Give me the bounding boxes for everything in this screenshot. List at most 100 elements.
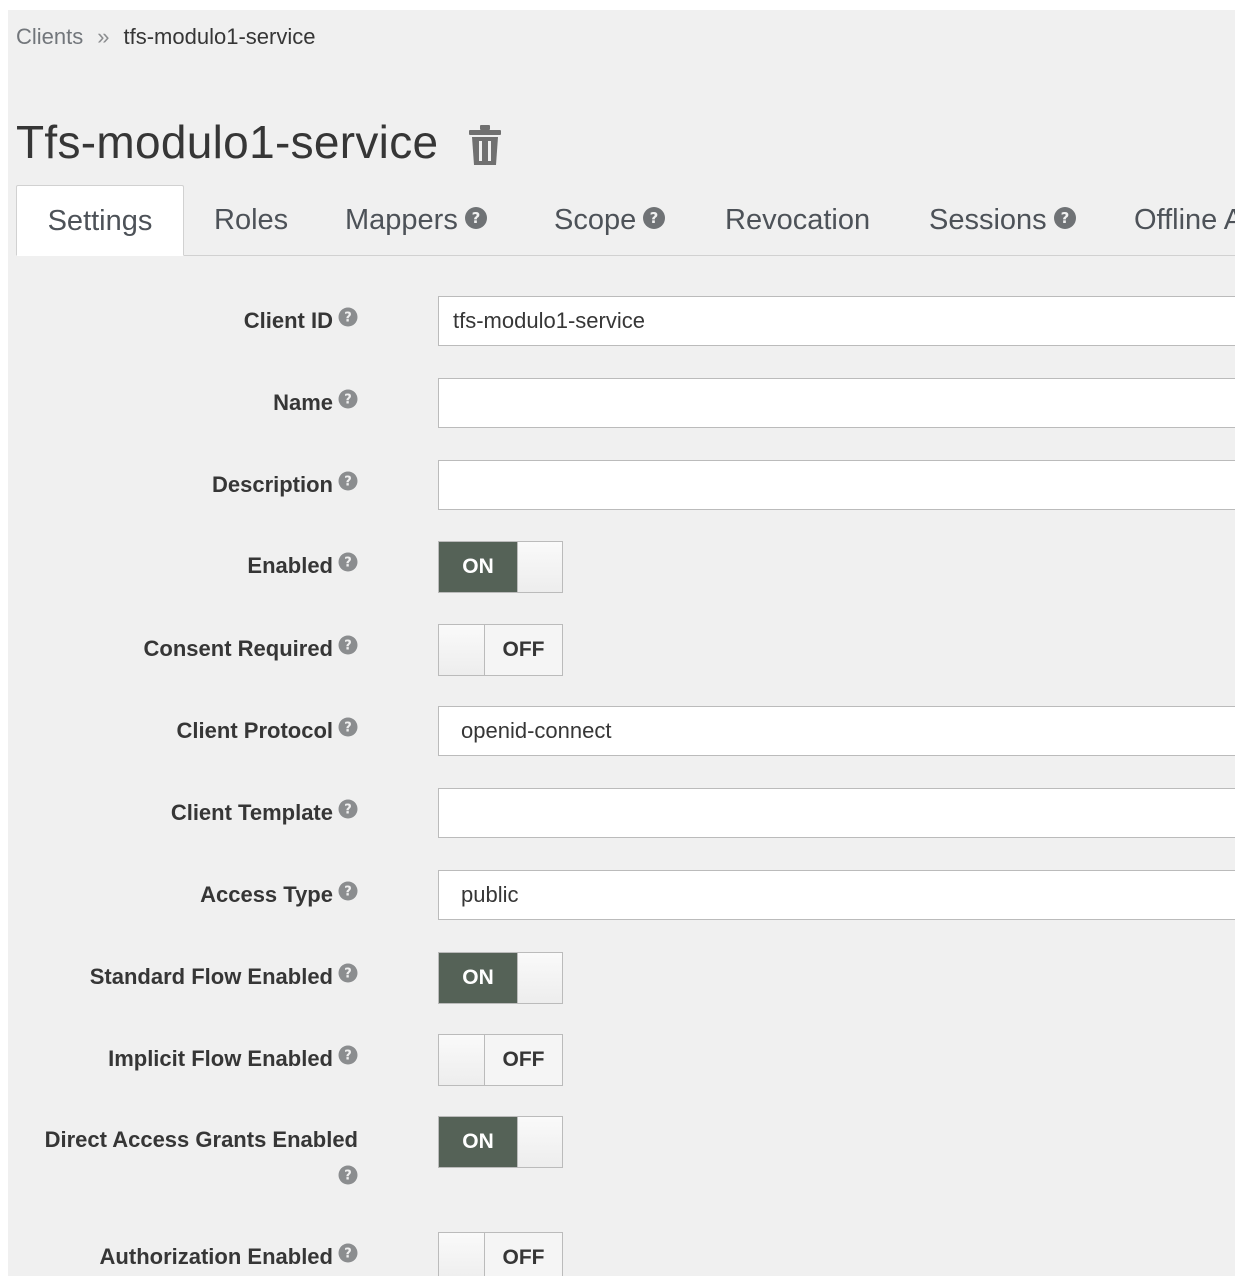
question-circle-icon: ?: [338, 623, 358, 673]
label-text: Authorization Enabled: [99, 1244, 333, 1269]
direct-access-toggle[interactable]: ON: [438, 1116, 563, 1168]
enabled-label: Enabled?: [247, 541, 358, 591]
question-circle-icon: ?: [338, 1164, 358, 1192]
toggle-knob: [439, 1233, 485, 1276]
question-circle-icon: ?: [338, 295, 358, 345]
breadcrumb-separator: »: [97, 24, 110, 49]
client-template-select[interactable]: [438, 788, 1235, 838]
svg-text:?: ?: [344, 1247, 352, 1262]
question-circle-icon: ?: [338, 459, 358, 509]
toggle-knob: [517, 953, 562, 1003]
tab-label: Settings: [47, 205, 153, 237]
consent-required-label: Consent Required?: [144, 624, 358, 674]
toggle-state-text: ON: [439, 953, 517, 1003]
toggle-knob: [517, 542, 562, 592]
label-text: Enabled: [247, 553, 333, 578]
client-protocol-select[interactable]: openid-connect: [438, 706, 1235, 756]
question-circle-icon: ?: [338, 705, 358, 755]
page-title-row: Tfs-modulo1-service: [16, 112, 502, 172]
client-settings-panel: Clients » tfs-modulo1-service Tfs-modulo1-…: [8, 10, 1235, 1276]
tab-bar: Settings Roles Mappers? Scope? Revocatio…: [16, 185, 1235, 256]
svg-text:?: ?: [344, 1049, 352, 1064]
tab-label: Roles: [214, 204, 289, 236]
svg-text:?: ?: [650, 209, 659, 227]
svg-text:?: ?: [344, 803, 352, 818]
tab-label: Sessions: [929, 204, 1047, 236]
page-title: Tfs-modulo1-service: [16, 116, 439, 168]
svg-text:?: ?: [344, 721, 352, 736]
question-circle-icon: ?: [338, 377, 358, 427]
svg-text:?: ?: [471, 209, 480, 227]
tab-label: Offline Access: [1134, 204, 1235, 236]
svg-text:?: ?: [344, 1169, 352, 1184]
client-protocol-label: Client Protocol?: [177, 706, 358, 756]
access-type-label: Access Type?: [200, 870, 358, 920]
label-text: Description: [211, 472, 333, 497]
label-text: Client Template: [170, 800, 333, 825]
access-type-select[interactable]: public: [438, 870, 1235, 920]
enabled-toggle[interactable]: ON: [438, 541, 563, 593]
tab-revocation[interactable]: Revocation: [725, 185, 870, 255]
label-text: Implicit Flow Enabled: [108, 1046, 333, 1071]
svg-text:?: ?: [344, 556, 352, 571]
label-text: Client ID: [243, 308, 333, 333]
consent-required-toggle[interactable]: OFF: [438, 624, 563, 676]
toggle-state-text: OFF: [485, 1035, 562, 1085]
svg-text:?: ?: [344, 393, 352, 408]
breadcrumb-clients-link[interactable]: Clients: [16, 24, 83, 49]
svg-text:?: ?: [344, 885, 352, 900]
authorization-toggle[interactable]: OFF: [438, 1232, 563, 1276]
trash-icon[interactable]: [468, 125, 502, 165]
tab-label: Scope: [554, 204, 637, 236]
question-circle-icon: ?: [338, 1231, 358, 1276]
direct-access-label: Direct Access Grants Enabled ?: [45, 1126, 358, 1196]
description-label: Description?: [212, 460, 358, 510]
tab-label: Mappers: [345, 204, 458, 236]
breadcrumb: Clients » tfs-modulo1-service: [16, 22, 315, 52]
label-text: Name: [273, 390, 333, 415]
tab-sessions[interactable]: Sessions?: [929, 185, 1077, 255]
question-circle-icon: ?: [338, 787, 358, 837]
implicit-flow-toggle[interactable]: OFF: [438, 1034, 563, 1086]
question-circle-icon: ?: [338, 951, 358, 1001]
question-circle-icon: ?: [338, 540, 358, 590]
toggle-state-text: OFF: [485, 625, 562, 675]
label-text: Access Type: [200, 882, 333, 907]
breadcrumb-current: tfs-modulo1-service: [123, 24, 316, 49]
authorization-label: Authorization Enabled?: [100, 1232, 358, 1276]
toggle-knob: [439, 1035, 485, 1085]
toggle-knob: [517, 1117, 562, 1167]
name-input[interactable]: [438, 378, 1235, 428]
svg-text:?: ?: [344, 475, 352, 490]
toggle-state-text: ON: [439, 542, 517, 592]
label-text: Standard Flow Enabled: [89, 964, 333, 989]
svg-text:?: ?: [1060, 209, 1069, 227]
tab-roles[interactable]: Roles: [214, 185, 288, 255]
client-template-label: Client Template?: [171, 788, 358, 838]
svg-text:?: ?: [344, 311, 352, 326]
toggle-state-text: ON: [439, 1117, 517, 1167]
toggle-knob: [439, 625, 485, 675]
question-circle-icon: ?: [338, 869, 358, 919]
tab-offline-access[interactable]: Offline Access: [1134, 185, 1235, 255]
tab-mappers[interactable]: Mappers?: [345, 185, 488, 255]
implicit-flow-label: Implicit Flow Enabled?: [108, 1034, 358, 1084]
name-label: Name?: [273, 378, 358, 428]
tab-settings[interactable]: Settings: [16, 185, 184, 256]
question-circle-icon: ?: [1053, 186, 1077, 256]
label-text: Client Protocol: [176, 718, 333, 743]
client-id-label: Client ID?: [244, 296, 358, 346]
svg-text:?: ?: [344, 967, 352, 982]
svg-text:?: ?: [344, 639, 352, 654]
toggle-state-text: OFF: [485, 1233, 562, 1276]
label-text: Direct Access Grants Enabled: [44, 1127, 358, 1152]
question-circle-icon: ?: [464, 186, 488, 256]
standard-flow-label: Standard Flow Enabled?: [90, 952, 358, 1002]
tab-scope[interactable]: Scope?: [554, 185, 666, 255]
standard-flow-toggle[interactable]: ON: [438, 952, 563, 1004]
description-input[interactable]: [438, 460, 1235, 510]
question-circle-icon: ?: [338, 1033, 358, 1083]
tab-label: Revocation: [725, 204, 871, 236]
client-id-input[interactable]: tfs-modulo1-service: [438, 296, 1235, 346]
label-text: Consent Required: [143, 636, 333, 661]
